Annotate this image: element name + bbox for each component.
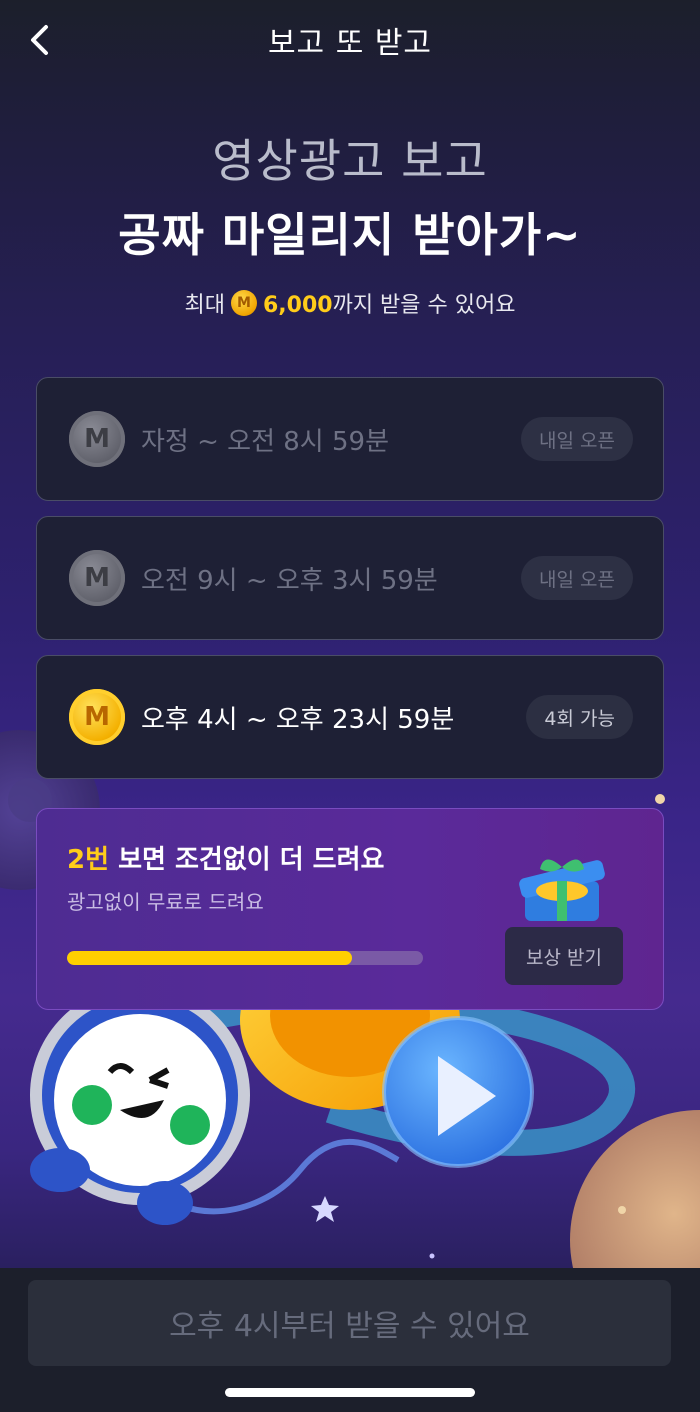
- hero-headline: 공짜 마일리지 받아가~: [118, 208, 582, 262]
- note-prefix: 최대: [184, 293, 225, 318]
- time-slot-evening[interactable]: M 오후 4시 ~ 오후 23시 59분 4회 가능: [36, 655, 664, 779]
- mileage-coin-icon: M: [69, 689, 125, 745]
- slot-time: 자정 ~ 오전 8시 59분: [141, 426, 389, 457]
- bonus-count: 2번: [67, 845, 110, 875]
- home-indicator: [225, 1388, 475, 1397]
- hero: 영상광고 보고 공짜 마일리지 받아가~ 최대 M 6,000까지 받을 수 있…: [0, 125, 700, 319]
- hero-subtitle: 영상광고 보고: [212, 134, 488, 188]
- time-slot-morning: M 자정 ~ 오전 8시 59분 내일 오픈: [36, 377, 664, 501]
- watch-ad-button[interactable]: 오후 4시부터 받을 수 있어요: [28, 1280, 671, 1366]
- note-suffix: 까지 받을 수 있어요: [332, 293, 516, 318]
- page-title: 보고 또 받고: [267, 26, 433, 61]
- top-bar: 보고 또 받고: [0, 0, 700, 80]
- mileage-coin-icon: M: [230, 290, 257, 316]
- slot-status-badge: 내일 오픈: [521, 417, 633, 461]
- max-amount: 6,000: [262, 293, 333, 318]
- bonus-progress-bar: [67, 951, 423, 965]
- slot-time: 오후 4시 ~ 오후 23시 59분: [141, 704, 455, 735]
- slot-status-badge: 4회 가능: [526, 695, 633, 739]
- time-slot-afternoon: M 오전 9시 ~ 오후 3시 59분 내일 오픈: [36, 516, 664, 640]
- chevron-left-icon: [31, 25, 48, 55]
- claim-reward-button[interactable]: 보상 받기: [505, 927, 623, 985]
- bonus-progress-fill: [67, 951, 352, 965]
- back-button[interactable]: [24, 22, 54, 58]
- gift-box-icon: [519, 859, 605, 921]
- mileage-coin-icon: M: [69, 550, 125, 606]
- bonus-title-text: 보면 조건없이 더 드려요: [109, 845, 385, 875]
- slot-status-badge: 내일 오픈: [521, 556, 633, 600]
- mileage-coin-icon: M: [69, 411, 125, 467]
- max-reward-note: 최대 M 6,000까지 받을 수 있어요: [0, 287, 700, 319]
- slot-time: 오전 9시 ~ 오후 3시 59분: [141, 565, 438, 596]
- bonus-card: 2번 보면 조건없이 더 드려요 광고없이 무료로 드려요 보상 받기: [36, 808, 664, 1010]
